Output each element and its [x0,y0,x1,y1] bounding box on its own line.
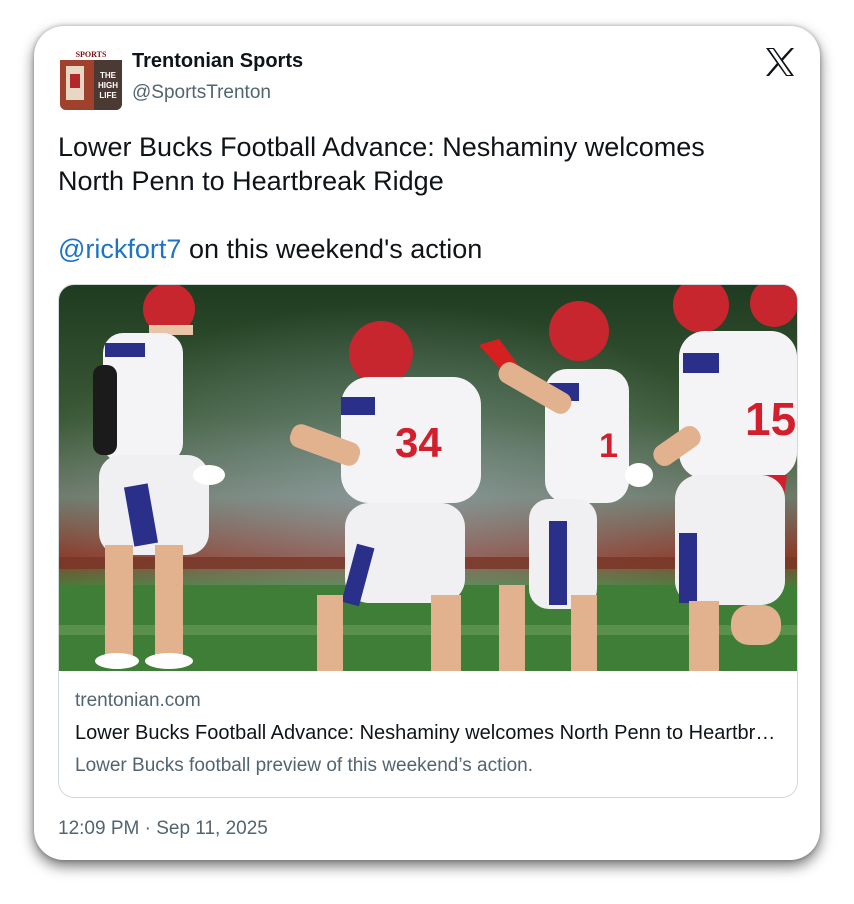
mention-link[interactable]: @rickfort7 [58,234,181,264]
tweet-headline-line: North Penn to Heartbreak Ridge [58,166,444,196]
avatar-headline-text: THE [100,71,117,80]
avatar-headline-text: LIFE [99,91,117,100]
author-display-name[interactable]: Trentonian Sports [132,50,303,73]
avatar-masthead-text: SPORTS [76,50,107,59]
tweet-mention-line: @rickfort7 on this weekend's action [58,232,788,266]
article-photo[interactable]: 34 1 15 [59,285,797,671]
tweet-embed-card[interactable]: SPORTS THE HIGH LIFE Trentonian Sports @… [34,26,820,860]
tweet-headline-line: Lower Bucks Football Advance: Neshaminy … [58,132,705,162]
tweet-text: Lower Bucks Football Advance: Neshaminy … [58,130,788,266]
author-handle[interactable]: @SportsTrenton [132,82,271,104]
tweet-timestamp[interactable]: 12:09 PM · Sep 11, 2025 [58,818,268,840]
x-logo-icon[interactable] [764,46,796,78]
jersey-number: 34 [395,419,442,466]
jersey-number: 1 [599,427,618,465]
profile-avatar[interactable]: SPORTS THE HIGH LIFE [60,48,122,110]
link-preview-card[interactable]: 34 1 15 trentonian.com Lower Bucks Footb… [58,284,798,798]
jersey-number: 15 [745,393,796,445]
link-domain: trentonian.com [75,690,201,711]
link-card-title[interactable]: Lower Bucks Football Advance: Neshaminy … [75,722,781,745]
link-card-description: Lower Bucks football preview of this wee… [75,755,534,776]
avatar-headline-text: HIGH [98,81,118,90]
mention-suffix-text: on this weekend's action [181,234,483,264]
